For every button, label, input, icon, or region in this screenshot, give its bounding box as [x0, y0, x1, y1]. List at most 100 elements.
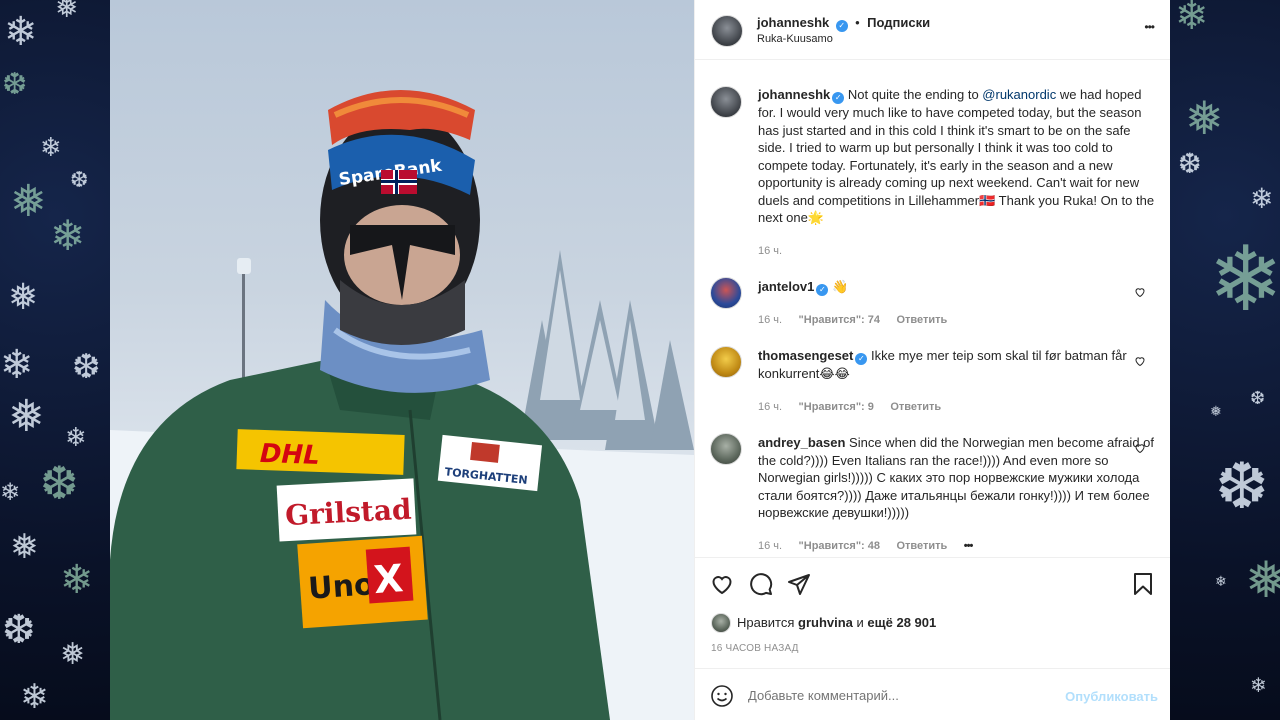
emoji-icon[interactable] — [710, 684, 734, 708]
snowflake-icon: ❄ — [20, 677, 49, 717]
snowflake-icon: ❄ — [1175, 0, 1209, 39]
uno-logo: Uno — [307, 567, 376, 607]
snowflake-icon: ❅ — [1245, 551, 1280, 609]
author-avatar[interactable] — [711, 15, 743, 47]
comment-more-button[interactable]: ••• — [964, 540, 974, 552]
verified-icon: ✓ — [816, 284, 829, 296]
follow-button[interactable]: Подписки — [867, 15, 930, 30]
snowflake-icon: ❆ — [1178, 147, 1202, 180]
photo-illustration: SpareBank DHL Grilstad Uno X TORGHATTEN — [110, 90, 694, 720]
comment-likes[interactable]: "Нравится": 74 — [799, 314, 880, 326]
snowflake-icon: ❆ — [2, 607, 36, 653]
caption-avatar[interactable] — [710, 86, 742, 118]
comment-meta: 16 ч. "Нравится": 9 Ответить — [758, 397, 1155, 415]
post-header: johanneshk ✓ • Подписки Ruka-Kuusamo ••• — [695, 0, 1170, 60]
share-icon[interactable] — [787, 572, 811, 596]
likes-count[interactable]: ещё 28 901 — [867, 615, 936, 630]
liker-username[interactable]: gruhvina — [798, 615, 853, 630]
likes-conjunction: и — [856, 615, 864, 630]
snowflake-icon: ❅ — [55, 0, 79, 24]
likes-text: Нравится gruhvina и ещё 28 901 — [737, 615, 936, 630]
snowflake-icon: ❆ — [72, 347, 101, 387]
comment-time[interactable]: 16 ч. — [758, 314, 782, 326]
uno-x-logo: X — [372, 556, 404, 602]
author-username[interactable]: johanneshk — [757, 15, 829, 30]
heart-icon[interactable] — [710, 572, 734, 596]
comment-likes[interactable]: "Нравится": 48 — [799, 540, 880, 552]
snowflake-icon: ❄ — [50, 211, 86, 260]
snowflake-icon: ❆ — [2, 67, 28, 102]
reply-button[interactable]: Ответить — [896, 314, 947, 326]
left-background: ❄ ❅ ❆ ❄ ❅ ❆ ❄ ❅ ❄ ❆ ❅ ❄ ❆ ❄ ❅ ❄ ❆ ❅ ❄ — [0, 0, 110, 720]
like-comment-icon[interactable] — [1134, 355, 1146, 367]
snowflake-icon: ❄ — [0, 478, 21, 506]
comment-likes[interactable]: "Нравится": 9 — [799, 401, 874, 413]
comment-time[interactable]: 16 ч. — [758, 401, 782, 413]
caption-text: johanneshk ✓ Not quite the ending to @ruk… — [758, 86, 1155, 227]
snowflake-icon: ❅ — [1210, 404, 1222, 420]
like-comment-icon[interactable] — [1134, 442, 1146, 454]
post-location[interactable]: Ruka-Kuusamo — [757, 33, 833, 45]
snowflake-icon: ❅ — [1185, 91, 1224, 145]
comment-username[interactable]: jantelov1 — [758, 279, 814, 294]
snowflake-icon: ❄ — [1250, 182, 1274, 215]
snowflake-icon: ❅ — [10, 527, 39, 567]
action-bar — [695, 557, 1170, 607]
grilstad-logo: Grilstad — [284, 493, 412, 533]
comment-text: andrey_basen Since when did the Norwegia… — [758, 433, 1155, 522]
add-comment-bar: Опубликовать — [695, 668, 1170, 720]
dhl-logo: DHL — [259, 439, 320, 471]
caption-text-part: we had hoped for. I would very much like… — [758, 87, 1155, 225]
comment-item: thomasengeset ✓ Ikke mye mer teip som ska… — [710, 346, 1155, 415]
header-separator: • — [855, 15, 860, 30]
snowflake-icon: ❄ — [1215, 574, 1227, 590]
caption-username[interactable]: johanneshk — [758, 87, 830, 102]
mention-link[interactable]: @rukanordic — [982, 87, 1056, 102]
post-caption: johanneshk ✓ Not quite the ending to @ruk… — [710, 86, 1155, 259]
comment-avatar[interactable] — [710, 277, 742, 309]
reply-button[interactable]: Ответить — [890, 401, 941, 413]
snowflake-icon: ❅ — [60, 637, 86, 672]
verified-icon: ✓ — [835, 20, 848, 32]
comment-item: jantelov1 ✓ 👋 16 ч. "Нравится": 74 Ответи… — [710, 277, 1155, 328]
comment-username[interactable]: thomasengeset — [758, 348, 853, 363]
snowflake-icon: ❄ — [1208, 227, 1280, 332]
comment-item: andrey_basen Since when did the Norwegia… — [710, 433, 1155, 554]
snowflake-icon: ❆ — [70, 168, 89, 193]
caption-meta: 16 ч. — [758, 241, 1155, 259]
comment-input[interactable] — [748, 684, 1048, 706]
comment-time[interactable]: 16 ч. — [758, 540, 782, 552]
snowflake-icon: ❄ — [65, 423, 87, 453]
comment-text: thomasengeset ✓ Ikke mye mer teip som ska… — [758, 346, 1155, 383]
verified-icon: ✓ — [855, 353, 868, 365]
caption-time[interactable]: 16 ч. — [758, 245, 782, 257]
snowflake-icon: ❅ — [8, 391, 45, 442]
post-photo[interactable]: SpareBank DHL Grilstad Uno X TORGHATTEN — [110, 0, 694, 720]
snowflake-icon: ❆ — [40, 456, 79, 510]
comment-text: jantelov1 ✓ 👋 — [758, 277, 1155, 296]
snowflake-icon: ❅ — [10, 176, 47, 227]
post-panel: johanneshk ✓ • Подписки Ruka-Kuusamo •••… — [694, 0, 1170, 720]
comment-icon[interactable] — [749, 572, 773, 596]
snowflake-icon: ❄ — [4, 9, 38, 55]
comment-meta: 16 ч. "Нравится": 48 Ответить ••• — [758, 536, 1155, 554]
bookmark-icon[interactable] — [1131, 572, 1155, 596]
likes-prefix: Нравится — [737, 615, 795, 630]
snowflake-icon: ❆ — [1250, 388, 1266, 409]
comment-body: 👋 — [828, 279, 849, 294]
like-comment-icon[interactable] — [1134, 286, 1146, 298]
more-options-button[interactable]: ••• — [1144, 20, 1155, 34]
comment-username[interactable]: andrey_basen — [758, 435, 845, 450]
snowflake-icon: ❅ — [8, 277, 39, 318]
post-timestamp[interactable]: 16 ЧАСОВ НАЗАД — [711, 643, 799, 654]
verified-icon: ✓ — [832, 92, 845, 104]
caption-text-part: Not quite the ending to — [844, 87, 983, 102]
comment-avatar[interactable] — [710, 346, 742, 378]
publish-button[interactable]: Опубликовать — [1065, 689, 1158, 704]
liker-avatar[interactable] — [711, 613, 731, 633]
comment-meta: 16 ч. "Нравится": 74 Ответить — [758, 310, 1155, 328]
snowflake-icon: ❆ — [1215, 450, 1269, 524]
header-user-row: johanneshk ✓ • Подписки — [757, 14, 930, 32]
comment-avatar[interactable] — [710, 433, 742, 465]
reply-button[interactable]: Ответить — [896, 540, 947, 552]
